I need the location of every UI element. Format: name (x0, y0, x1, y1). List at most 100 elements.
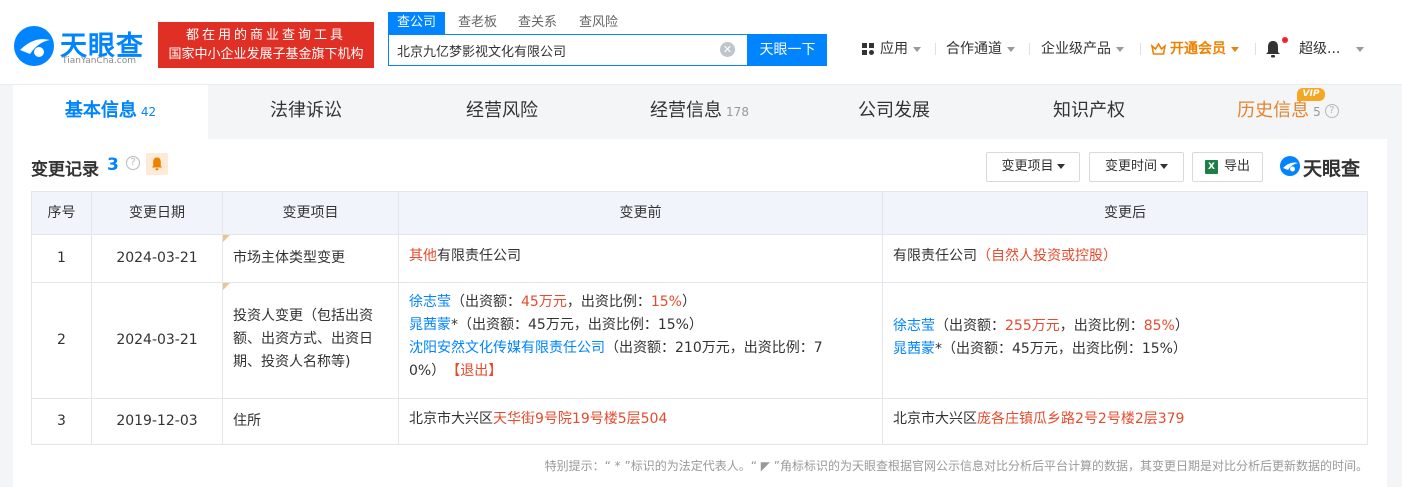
nav-vip-label: 开通会员 (1170, 41, 1226, 57)
address-highlight: 天华街9号院19号楼5层504 (493, 411, 668, 427)
investor-detail: 0%） (409, 363, 446, 379)
table-cell-date: 2024-03-21 (92, 282, 223, 398)
table-header-item: 变更项目 (223, 192, 399, 234)
investor-line: 沈阳安然文化传媒有限责任公司（出资额：210万元，出资比例：7 (409, 337, 872, 360)
amount-highlight: 45万元 (521, 294, 567, 310)
search-button[interactable]: 天眼一下 (748, 34, 827, 66)
search-tab-boss[interactable]: 查老板 (458, 12, 497, 34)
tab-count: 178 (726, 105, 749, 119)
investor-link[interactable]: 晁茜蒙 (409, 317, 451, 333)
investor-link[interactable]: 沈阳安然文化传媒有限责任公司 (409, 340, 605, 356)
ratio-highlight: 85% (1143, 318, 1175, 334)
filter-time-dropdown[interactable]: 变更时间 (1089, 152, 1184, 182)
filter-item-dropdown[interactable]: 变更项目 (986, 152, 1080, 182)
table-cell-before: 其他有限责任公司 (399, 234, 883, 282)
tab-basic-info[interactable]: 基本信息 42 (13, 85, 208, 139)
table-cell-before: 徐志莹（出资额：45万元，出资比例：15%） 晁茜蒙*（出资额：45万元，出资比… (399, 282, 883, 398)
table-cell-date: 2019-12-03 (92, 398, 223, 444)
section-title: 变更记录 (31, 160, 99, 180)
item-text-line: 额、出资方式、出资日 (233, 331, 373, 347)
nav-divider (1255, 43, 1256, 55)
table-cell-item: 住所 (223, 398, 399, 444)
table-header-after: 变更后 (883, 192, 1367, 234)
nav-user[interactable]: 超级... (1299, 38, 1365, 60)
amount-highlight: 255万元 (1005, 318, 1060, 334)
clear-icon[interactable]: ✕ (720, 42, 735, 57)
logo-domain: TianYanCha.com (62, 56, 137, 66)
item-text: 市场主体类型变更 (233, 250, 345, 266)
investor-line: 晁茜蒙*（出资额：45万元，出资比例：15%） (893, 338, 1357, 361)
nav-vip[interactable]: 开通会员 (1150, 38, 1239, 60)
chevron-down-icon (1007, 46, 1015, 52)
tab-label: 基本信息 (64, 100, 137, 121)
tianyancha-logo[interactable]: 天眼查 TianYanCha.com (12, 24, 152, 68)
chevron-down-icon (1116, 46, 1124, 52)
nav-apps[interactable]: 应用 (862, 38, 921, 60)
change-record-panel: 变更记录 3 ? 变更项目 变更时间 X 导出 天眼查 序号 变更日期 变更项目 … (13, 139, 1387, 487)
nav-enterprise[interactable]: 企业级产品 (1041, 38, 1124, 60)
investor-line: 0%） 【退出】 (409, 360, 872, 383)
table-header-date: 变更日期 (92, 192, 223, 234)
tab-label: 经营风险 (466, 100, 538, 121)
notification-bell-icon[interactable] (1265, 40, 1281, 58)
vip-badge: VIP (1297, 88, 1325, 101)
after-text: 有限责任公司 (893, 248, 977, 264)
bell-icon (151, 157, 163, 171)
table-cell-no: 2 (32, 282, 92, 398)
investor-detail: （出资额： (451, 294, 521, 310)
nav-divider (1140, 43, 1141, 55)
investor-detail: ） (681, 294, 696, 310)
nav-divider (1029, 43, 1030, 55)
search-tab-relation[interactable]: 查关系 (518, 12, 557, 34)
tab-label: 法律诉讼 (270, 100, 342, 121)
tab-risk[interactable]: 经营风险 (404, 85, 600, 139)
investor-detail: ，出资比例： (1059, 318, 1144, 334)
caret-down-icon (1056, 164, 1065, 169)
nav-apps-label: 应用 (880, 41, 908, 57)
nav-partner[interactable]: 合作通道 (946, 38, 1015, 60)
search-input[interactable] (389, 35, 709, 65)
tab-label: 历史信息 (1237, 100, 1310, 121)
investor-link[interactable]: 徐志莹 (409, 294, 451, 310)
investor-line: 晁茜蒙*（出资额：45万元，出资比例：15%） (409, 314, 872, 337)
table-cell-after: 有限责任公司（自然人投资或控股） (883, 234, 1367, 282)
tab-legal[interactable]: 法律诉讼 (210, 85, 402, 139)
table-cell-item: 投资人变更（包括出资 额、出资方式、出资日 期、投资人名称等) (223, 282, 399, 398)
investor-detail: ） (1174, 318, 1189, 334)
nav-user-label: 超级... (1299, 41, 1341, 57)
tab-history[interactable]: 历史信息 5? (1189, 85, 1387, 139)
investor-line: 徐志莹（出资额：45万元，出资比例：15%） (409, 291, 872, 314)
search-tab-company[interactable]: 查公司 (388, 12, 446, 34)
chevron-down-icon (1356, 46, 1365, 52)
help-icon[interactable]: ? (126, 156, 140, 170)
investor-detail: （出资额： (935, 318, 1005, 334)
excel-icon: X (1204, 159, 1218, 174)
address-text: 北京市大兴区 (409, 411, 493, 427)
brand-logo-text: 天眼查 (1303, 158, 1361, 180)
detail-tabs: 基本信息 42 法律诉讼 经营风险 经营信息 178 公司发展 知识产权 历史信息 5… (13, 85, 1387, 139)
search-box: ✕ (388, 34, 748, 66)
investor-link[interactable]: 晁茜蒙 (893, 341, 935, 357)
tab-ip[interactable]: 知识产权 (991, 85, 1187, 139)
investor-detail: ，出资比例： (566, 294, 651, 310)
item-text: 住所 (233, 413, 261, 429)
after-highlight: （自然人投资或控股） (977, 248, 1117, 264)
export-button[interactable]: X 导出 (1192, 152, 1263, 182)
section-count: 3 (107, 155, 119, 175)
tab-operation[interactable]: 经营信息 178 (602, 85, 797, 139)
table-cell-no: 3 (32, 398, 92, 444)
search-tab-risk[interactable]: 查风险 (579, 12, 618, 34)
table-cell-no: 1 (32, 234, 92, 282)
table-cell-after: 徐志莹（出资额：255万元，出资比例：85%） 晁茜蒙*（出资额：45万元，出资… (883, 282, 1367, 398)
investor-link[interactable]: 徐志莹 (893, 318, 935, 334)
item-text-line: 投资人变更（包括出资 (233, 308, 373, 324)
tab-count: 42 (140, 105, 157, 119)
tab-label: 公司发展 (858, 100, 930, 121)
help-icon[interactable]: ? (1324, 104, 1339, 118)
slogan-banner: 都在用的商业查询工具 国家中小企业发展子基金旗下机构 (158, 22, 374, 68)
change-record-table: 序号 变更日期 变更项目 变更前 变更后 1 2024-03-21 市场主体类型… (31, 191, 1368, 445)
tab-development[interactable]: 公司发展 (799, 85, 989, 139)
before-highlight: 其他 (409, 248, 437, 264)
investor-detail: （出资额：210万元，出资比例：7 (605, 340, 823, 356)
subscribe-button[interactable] (146, 153, 168, 175)
